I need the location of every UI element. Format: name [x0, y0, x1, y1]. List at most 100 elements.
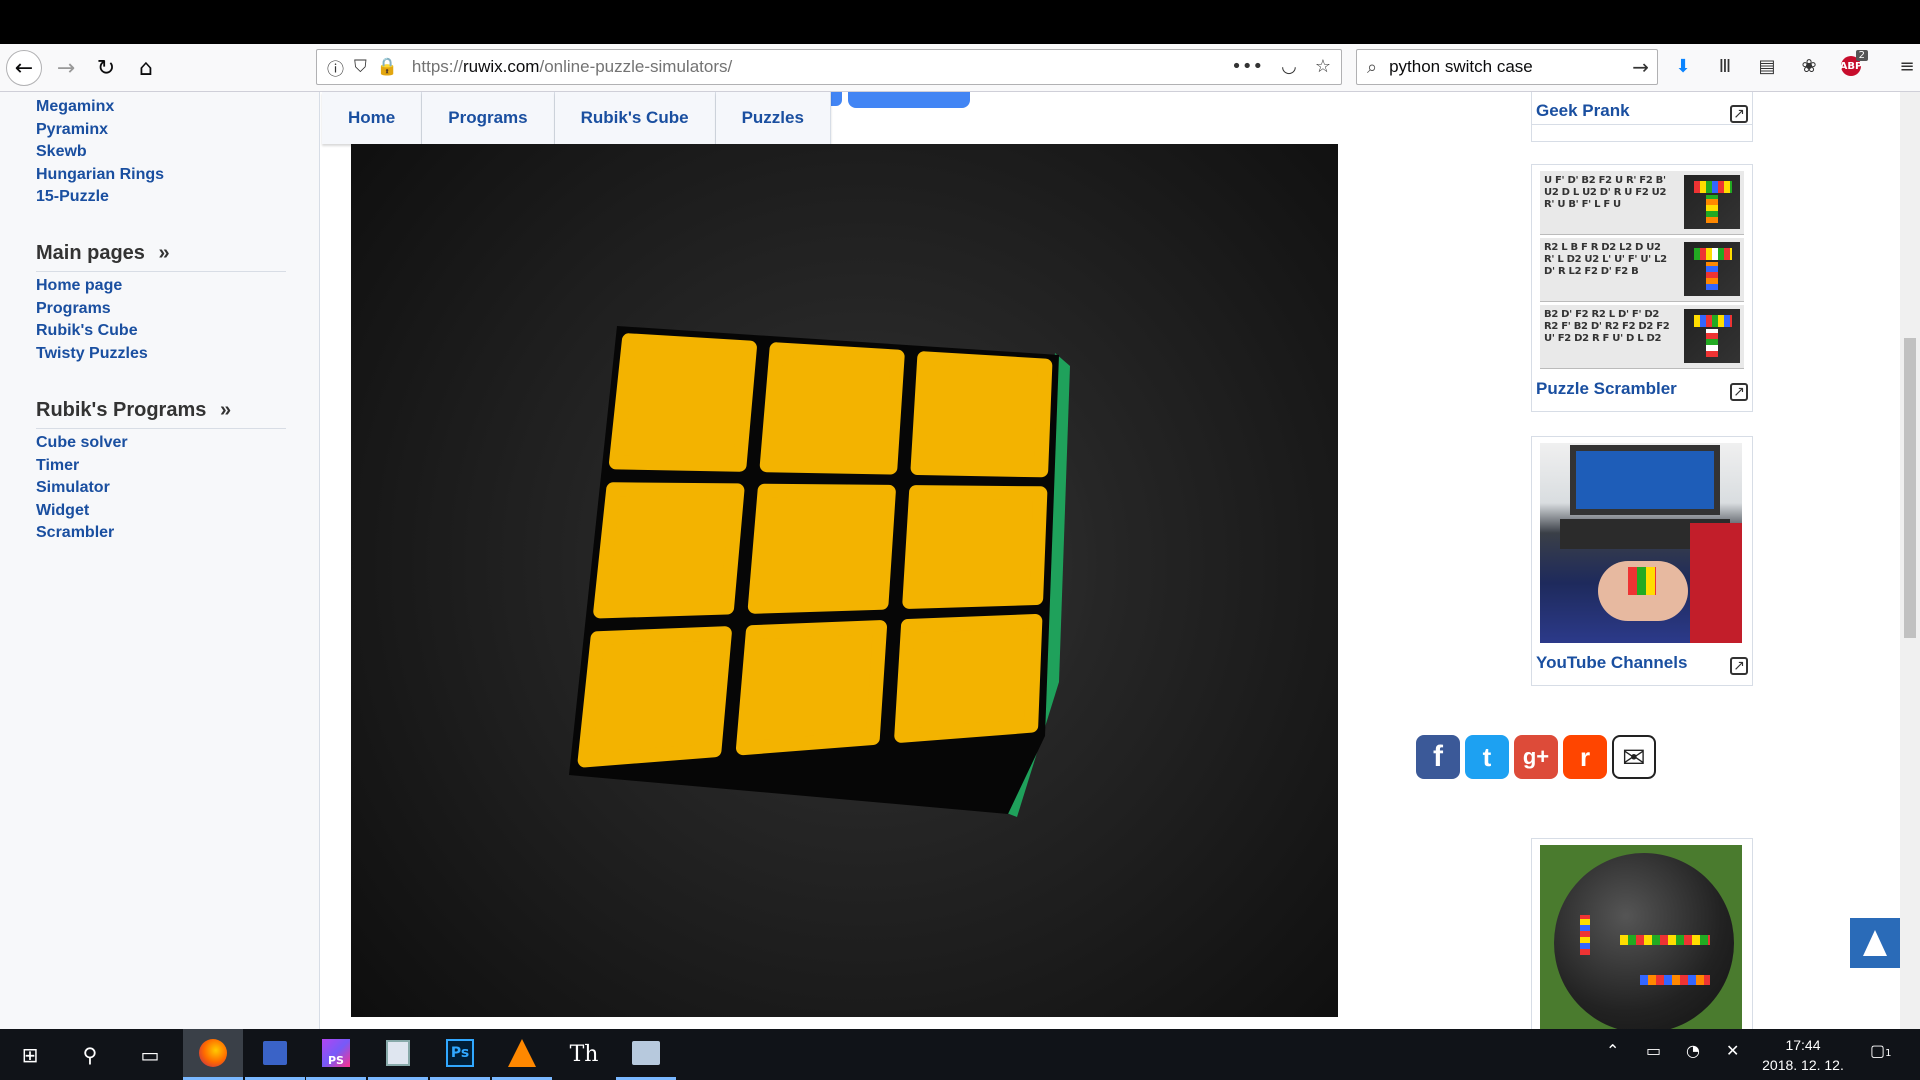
clock[interactable]: 17:44 2018. 12. 12.: [1748, 1035, 1858, 1075]
page-actions-icon[interactable]: •••: [1231, 56, 1263, 77]
cube-sticker-r1-c3[interactable]: [910, 351, 1053, 478]
lock-icon[interactable]: 🔒: [377, 57, 398, 77]
tab-rubiks-cube[interactable]: Rubik's Cube: [554, 92, 716, 144]
geek-prank-link[interactable]: Geek Prank: [1536, 101, 1630, 121]
firefox-icon[interactable]: [183, 1029, 243, 1080]
search-taskbar-icon[interactable]: ⚲: [60, 1029, 120, 1080]
extension-icon[interactable]: ❀: [1796, 50, 1822, 82]
adblock-icon[interactable]: ABP 2: [1838, 50, 1868, 82]
go-arrow-icon[interactable]: →: [1632, 55, 1649, 79]
url-text[interactable]: https://ruwix.com/online-puzzle-simulato…: [412, 57, 732, 77]
sidebar-link-timer[interactable]: Timer: [36, 457, 79, 475]
sidebar-link-twisty-puzzles[interactable]: Twisty Puzzles: [36, 345, 148, 363]
cube-sticker-r1-c1[interactable]: [609, 333, 757, 472]
search-input[interactable]: python switch case: [1389, 57, 1533, 77]
save-disk-icon[interactable]: [245, 1029, 305, 1080]
reddit-icon[interactable]: r: [1563, 735, 1607, 779]
back-icon[interactable]: ←: [6, 50, 42, 86]
phpstorm-icon[interactable]: PS: [306, 1029, 366, 1080]
main-pages-heading[interactable]: Main pages »: [36, 242, 286, 272]
sidebar-link-pyraminx[interactable]: Pyraminx: [36, 121, 108, 139]
editor-icon[interactable]: [368, 1029, 428, 1080]
arrow-up-icon: [1863, 930, 1887, 956]
sidebar-link-home-page[interactable]: Home page: [36, 277, 122, 295]
menu-icon[interactable]: ≡: [1894, 50, 1920, 82]
task-view-icon[interactable]: ▭: [120, 1029, 180, 1080]
notification-icon[interactable]: ▢1: [1870, 1041, 1892, 1060]
sidebar-link-hungarian-rings[interactable]: Hungarian Rings: [36, 166, 164, 184]
external-link-icon[interactable]: ↗: [1730, 657, 1748, 675]
sidebar-link-cube-solver[interactable]: Cube solver: [36, 434, 128, 452]
bookmark-star-icon[interactable]: ☆: [1315, 56, 1331, 77]
sidebar-link-programs[interactable]: Programs: [36, 300, 111, 318]
youtube-thumbnail[interactable]: [1540, 443, 1742, 643]
cube-3d-view[interactable]: [351, 144, 1338, 1017]
vlc-icon[interactable]: [492, 1029, 552, 1080]
battery-icon[interactable]: ▭: [1646, 1041, 1661, 1060]
youtube-channels-card[interactable]: YouTube Channels ↗: [1531, 436, 1753, 686]
cube-sticker-r2-c3[interactable]: [902, 485, 1048, 609]
forward-icon[interactable]: →: [48, 50, 84, 86]
rubiks-programs-heading[interactable]: Rubik's Programs »: [36, 399, 286, 429]
google-plus-icon[interactable]: g+: [1514, 735, 1558, 779]
cube-sticker-r2-c2[interactable]: [747, 483, 896, 614]
sidebar-link-megaminx[interactable]: Megaminx: [36, 98, 114, 116]
external-link-icon[interactable]: ↗: [1730, 105, 1748, 123]
notification-count: 1: [1885, 1048, 1892, 1059]
sidebar-link-skewb[interactable]: Skewb: [36, 143, 87, 161]
sidebar-link-rubiks-cube[interactable]: Rubik's Cube: [36, 322, 138, 340]
app-stack-icon[interactable]: [616, 1029, 676, 1080]
scramble-image-1: U F' D' B2 F2 U R' F2 B' U2 D L U2 D' R …: [1540, 171, 1744, 235]
sidebar-icon[interactable]: ▤: [1754, 50, 1780, 82]
photoshop-icon[interactable]: Ps: [430, 1029, 490, 1080]
tray-chevron-icon[interactable]: ⌃: [1606, 1041, 1619, 1060]
clock-date: 2018. 12. 12.: [1762, 1057, 1844, 1073]
screen: ← → ↻ ⌂ ⓘ ⛉ 🔒 https://ruwix.com/online-p…: [0, 0, 1920, 1080]
shield-icon[interactable]: ⛉: [354, 57, 367, 77]
cube-sticker-r1-c2[interactable]: [759, 342, 905, 475]
sidebar-link-15-puzzle[interactable]: 15-Puzzle: [36, 188, 109, 206]
cube-sticker-r3-c3[interactable]: [894, 614, 1043, 743]
tab-puzzles[interactable]: Puzzles: [715, 92, 831, 144]
cube-sticker-r3-c1[interactable]: [577, 626, 732, 768]
cube-sticker-r2-c1[interactable]: [593, 482, 745, 619]
start-icon[interactable]: ⊞: [0, 1029, 60, 1080]
reload-icon[interactable]: ↻: [88, 50, 124, 86]
facebook-icon[interactable]: f: [1416, 735, 1460, 779]
tab-programs[interactable]: Programs: [422, 92, 555, 144]
ball-puzzle-thumbnail[interactable]: [1540, 845, 1742, 1029]
blue-button[interactable]: [848, 92, 970, 108]
wifi-icon[interactable]: ◔: [1686, 1041, 1700, 1060]
scroll-to-top-button[interactable]: [1850, 918, 1900, 968]
cube-simulator-canvas[interactable]: [351, 144, 1338, 1017]
url-bar[interactable]: ⓘ ⛉ 🔒 https://ruwix.com/online-puzzle-si…: [316, 49, 1342, 85]
scramble-text-1: U F' D' B2 F2 U R' F2 B' U2 D L U2 D' R …: [1544, 175, 1667, 210]
sidebar-link-simulator[interactable]: Simulator: [36, 479, 110, 497]
info-icon[interactable]: ⓘ: [327, 55, 344, 80]
scrollbar-thumb[interactable]: [1904, 338, 1916, 638]
twitter-icon[interactable]: t: [1465, 735, 1509, 779]
sidebar-link-widget[interactable]: Widget: [36, 502, 89, 520]
search-bar[interactable]: ⌕ python switch case →: [1356, 49, 1658, 85]
cube-face-stickers[interactable]: [577, 333, 1053, 768]
pocket-icon[interactable]: ◡: [1281, 56, 1297, 77]
th-app-icon[interactable]: Th: [554, 1029, 614, 1080]
email-icon[interactable]: ✉: [1612, 735, 1656, 779]
clock-time: 17:44: [1785, 1037, 1821, 1053]
scramble-image-3: B2 D' F2 R2 L D' F' D2 R2 F' B2 D' R2 F2…: [1540, 305, 1744, 369]
ball-puzzle-card[interactable]: [1531, 838, 1753, 1029]
vertical-scrollbar[interactable]: [1900, 92, 1920, 1029]
sidebar-link-scrambler[interactable]: Scrambler: [36, 524, 114, 542]
tab-home[interactable]: Home: [322, 92, 423, 144]
url-path: /online-puzzle-simulators/: [539, 57, 733, 76]
cube-sticker-r3-c2[interactable]: [736, 620, 887, 756]
home-icon[interactable]: ⌂: [128, 50, 164, 86]
library-icon[interactable]: Ⅲ: [1712, 50, 1738, 82]
volume-muted-icon[interactable]: ✕: [1726, 1041, 1739, 1060]
puzzle-scrambler-link[interactable]: Puzzle Scrambler: [1536, 379, 1677, 399]
external-link-icon[interactable]: ↗: [1730, 383, 1748, 401]
left-sidebar: Megaminx Pyraminx Skewb Hungarian Rings …: [0, 92, 320, 1029]
puzzle-scrambler-card[interactable]: U F' D' B2 F2 U R' F2 B' U2 D L U2 D' R …: [1531, 164, 1753, 412]
download-icon[interactable]: ⬇: [1670, 50, 1696, 82]
youtube-channels-link[interactable]: YouTube Channels: [1536, 653, 1687, 673]
